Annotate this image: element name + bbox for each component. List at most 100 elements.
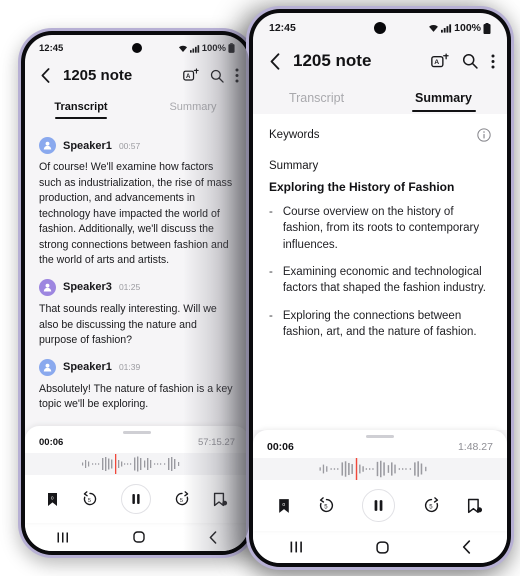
tab-summary[interactable]: Summary bbox=[137, 94, 249, 121]
signal-icon bbox=[441, 23, 452, 33]
battery-icon bbox=[483, 22, 491, 34]
svg-text:A: A bbox=[434, 59, 439, 66]
total-time: 57:15.27 bbox=[198, 437, 235, 448]
wifi-icon bbox=[178, 44, 188, 53]
phone-left-screen: 12:45 100% 1205 note A Transcript Summar… bbox=[25, 35, 249, 551]
status-bar: 12:45 100% bbox=[25, 35, 249, 61]
speaker-name: Speaker1 bbox=[63, 139, 112, 152]
avatar bbox=[39, 278, 56, 296]
more-vertical-icon[interactable] bbox=[491, 53, 495, 70]
transcript-text: Of course! We'll examine how factors suc… bbox=[39, 161, 233, 267]
list-item: - Exploring the connections between fash… bbox=[269, 308, 491, 341]
transcript-text: Absolutely! The nature of fashion is a k… bbox=[39, 382, 233, 411]
phone-right-screen: 12:45 100% 1205 note A Transcript Summar… bbox=[253, 13, 507, 563]
player-times: 00:06 1:48.27 bbox=[253, 438, 507, 458]
search-icon[interactable] bbox=[462, 53, 478, 69]
playhead bbox=[355, 458, 358, 480]
bullet-marker: - bbox=[269, 265, 273, 278]
back-nav-icon[interactable] bbox=[209, 530, 217, 544]
translate-icon[interactable]: A bbox=[431, 52, 449, 70]
speaker-timestamp: 00:57 bbox=[118, 140, 141, 151]
status-time: 12:45 bbox=[39, 42, 64, 54]
current-time: 00:06 bbox=[39, 437, 64, 448]
status-icons: 100% bbox=[178, 43, 235, 54]
camera-punch-hole bbox=[132, 43, 142, 53]
home-icon[interactable] bbox=[375, 540, 389, 554]
tab-bar: Transcript Summary bbox=[25, 94, 249, 121]
recents-icon[interactable] bbox=[57, 532, 69, 543]
back-arrow-icon[interactable] bbox=[265, 52, 285, 70]
svg-text:5: 5 bbox=[180, 498, 183, 504]
tab-summary[interactable]: Summary bbox=[380, 83, 507, 114]
tab-transcript[interactable]: Transcript bbox=[253, 83, 380, 114]
player-controls: 0 5 5 bbox=[25, 475, 249, 523]
home-icon[interactable] bbox=[133, 531, 145, 543]
speaker-row: Speaker1 01:39 bbox=[39, 358, 235, 376]
more-vertical-icon[interactable] bbox=[235, 68, 239, 83]
back-arrow-icon[interactable] bbox=[35, 68, 55, 83]
svg-text:0: 0 bbox=[282, 502, 285, 508]
summary-label: Summary bbox=[269, 160, 319, 172]
add-bookmark-icon[interactable] bbox=[213, 492, 228, 507]
status-time: 12:45 bbox=[269, 22, 296, 34]
speaker-name: Speaker3 bbox=[63, 281, 112, 294]
transcript-text: That sounds really interesting. Will we … bbox=[39, 302, 217, 347]
info-icon[interactable] bbox=[477, 128, 491, 142]
phone-right-bezel: 12:45 100% 1205 note A Transcript Summar… bbox=[249, 9, 511, 567]
tab-transcript[interactable]: Transcript bbox=[25, 94, 137, 121]
recents-icon[interactable] bbox=[290, 541, 303, 553]
bullet-marker: - bbox=[269, 206, 273, 218]
svg-text:5: 5 bbox=[88, 498, 91, 504]
keywords-label: Keywords bbox=[269, 129, 320, 141]
audio-player: 00:06 1:48.27 0 5 5 bbox=[253, 430, 507, 531]
camera-punch-hole bbox=[374, 22, 386, 34]
transcript-entry: Speaker3 01:25 That sounds really intere… bbox=[39, 278, 235, 349]
app-bar: 1205 note A bbox=[25, 61, 249, 94]
audio-player: 00:06 57:15.27 0 5 5 bbox=[25, 426, 249, 523]
avatar bbox=[39, 137, 56, 154]
avatar bbox=[39, 358, 56, 376]
add-bookmark-icon[interactable] bbox=[467, 498, 483, 514]
speaker-name: Speaker1 bbox=[63, 361, 112, 374]
status-bar: 12:45 100% bbox=[253, 13, 507, 43]
current-time: 00:06 bbox=[267, 441, 294, 453]
app-bar-actions: A bbox=[431, 52, 495, 70]
bullet-text: Exploring the connections between fashio… bbox=[282, 309, 477, 338]
rewind-5-icon[interactable]: 5 bbox=[82, 491, 98, 507]
bullet-text: Course overview on the history of fashio… bbox=[282, 206, 480, 251]
svg-text:5: 5 bbox=[429, 505, 433, 511]
waveform[interactable] bbox=[25, 453, 249, 475]
speaker-timestamp: 01:25 bbox=[118, 282, 141, 293]
forward-5-icon[interactable]: 5 bbox=[423, 497, 440, 514]
wifi-icon bbox=[428, 23, 439, 33]
system-nav-bar bbox=[253, 531, 507, 563]
list-item: - Course overview on the history of fash… bbox=[269, 204, 491, 253]
phone-right: 12:45 100% 1205 note A Transcript Summar… bbox=[246, 6, 514, 570]
svg-text:5: 5 bbox=[324, 505, 328, 511]
bookmark-icon[interactable]: 0 bbox=[46, 492, 59, 507]
speaker-row: Speaker1 00:57 bbox=[39, 137, 235, 154]
rewind-5-icon[interactable]: 5 bbox=[318, 497, 335, 514]
pause-button[interactable] bbox=[120, 484, 151, 514]
forward-5-icon[interactable]: 5 bbox=[174, 491, 190, 507]
playhead bbox=[115, 454, 117, 474]
pause-button[interactable] bbox=[362, 489, 396, 522]
transcript-entry: Speaker1 01:39 Absolutely! The nature of… bbox=[39, 358, 235, 413]
waveform[interactable] bbox=[253, 458, 507, 480]
back-nav-icon[interactable] bbox=[462, 540, 471, 554]
battery-percent: 100% bbox=[201, 42, 226, 54]
app-bar: 1205 note A bbox=[253, 43, 507, 83]
translate-icon[interactable]: A bbox=[183, 68, 199, 83]
phone-left-bezel: 12:45 100% 1205 note A Transcript Summar… bbox=[21, 31, 253, 555]
player-controls: 0 5 5 bbox=[253, 480, 507, 531]
bullet-marker: - bbox=[269, 309, 273, 322]
battery-icon bbox=[228, 43, 235, 53]
transcript-entry: Speaker1 00:57 Of course! We'll examine … bbox=[39, 137, 235, 269]
summary-panel[interactable]: Keywords Summary Exploring the History o… bbox=[253, 114, 507, 430]
summary-heading: Exploring the History of Fashion bbox=[269, 180, 455, 194]
keywords-row[interactable]: Keywords bbox=[269, 118, 491, 148]
transcript-list[interactable]: Speaker1 00:57 Of course! We'll examine … bbox=[25, 121, 249, 426]
bookmark-icon[interactable]: 0 bbox=[277, 498, 291, 514]
search-icon[interactable] bbox=[210, 69, 224, 83]
tab-bar: Transcript Summary bbox=[253, 83, 507, 114]
